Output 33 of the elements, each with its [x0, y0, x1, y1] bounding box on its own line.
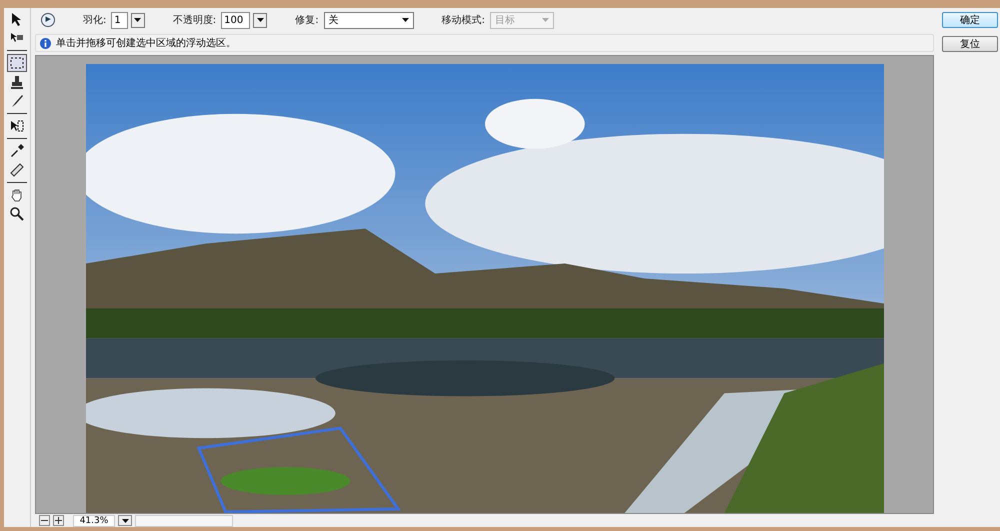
caret-icon — [542, 18, 549, 22]
plus-icon — [55, 517, 62, 524]
zoom-level-field[interactable]: 41.3% — [73, 514, 115, 526]
eyedropper-icon — [9, 143, 25, 159]
stamp-icon — [9, 74, 25, 90]
tool-button[interactable] — [7, 54, 27, 72]
brush-icon — [9, 93, 25, 109]
dialog-button[interactable]: 复位 — [942, 36, 998, 52]
field-label: 移动模式: — [442, 14, 485, 27]
field-label: 羽化: — [83, 14, 106, 27]
transform-icon — [9, 118, 25, 134]
caret-icon — [402, 18, 409, 22]
ruler-icon — [9, 162, 25, 178]
dialog-button[interactable]: 确定 — [942, 12, 998, 28]
caret-icon — [256, 18, 264, 22]
zoom-out-button[interactable] — [39, 515, 50, 526]
info-icon — [40, 38, 51, 48]
hint-text: 单击并拖移可创建选中区域的浮动选区。 — [56, 36, 236, 50]
dropdown[interactable]: 关 — [324, 12, 414, 28]
value-field[interactable]: 1 — [111, 12, 128, 28]
dropdown-button[interactable] — [130, 12, 145, 28]
minus-icon — [41, 520, 48, 521]
caret-icon — [122, 518, 128, 522]
zoom-dropdown-button[interactable] — [118, 515, 132, 526]
horizontal-scrollbar[interactable] — [135, 514, 233, 526]
zoom-icon — [9, 206, 25, 222]
field-label: 不透明度: — [172, 14, 216, 27]
field-label: 修复: — [295, 14, 319, 27]
marquee-icon — [9, 55, 25, 71]
value-field[interactable]: 100 — [221, 12, 250, 28]
dropdown-button[interactable] — [253, 12, 268, 28]
zoom-in-button[interactable] — [53, 515, 64, 526]
caret-icon — [134, 18, 142, 22]
